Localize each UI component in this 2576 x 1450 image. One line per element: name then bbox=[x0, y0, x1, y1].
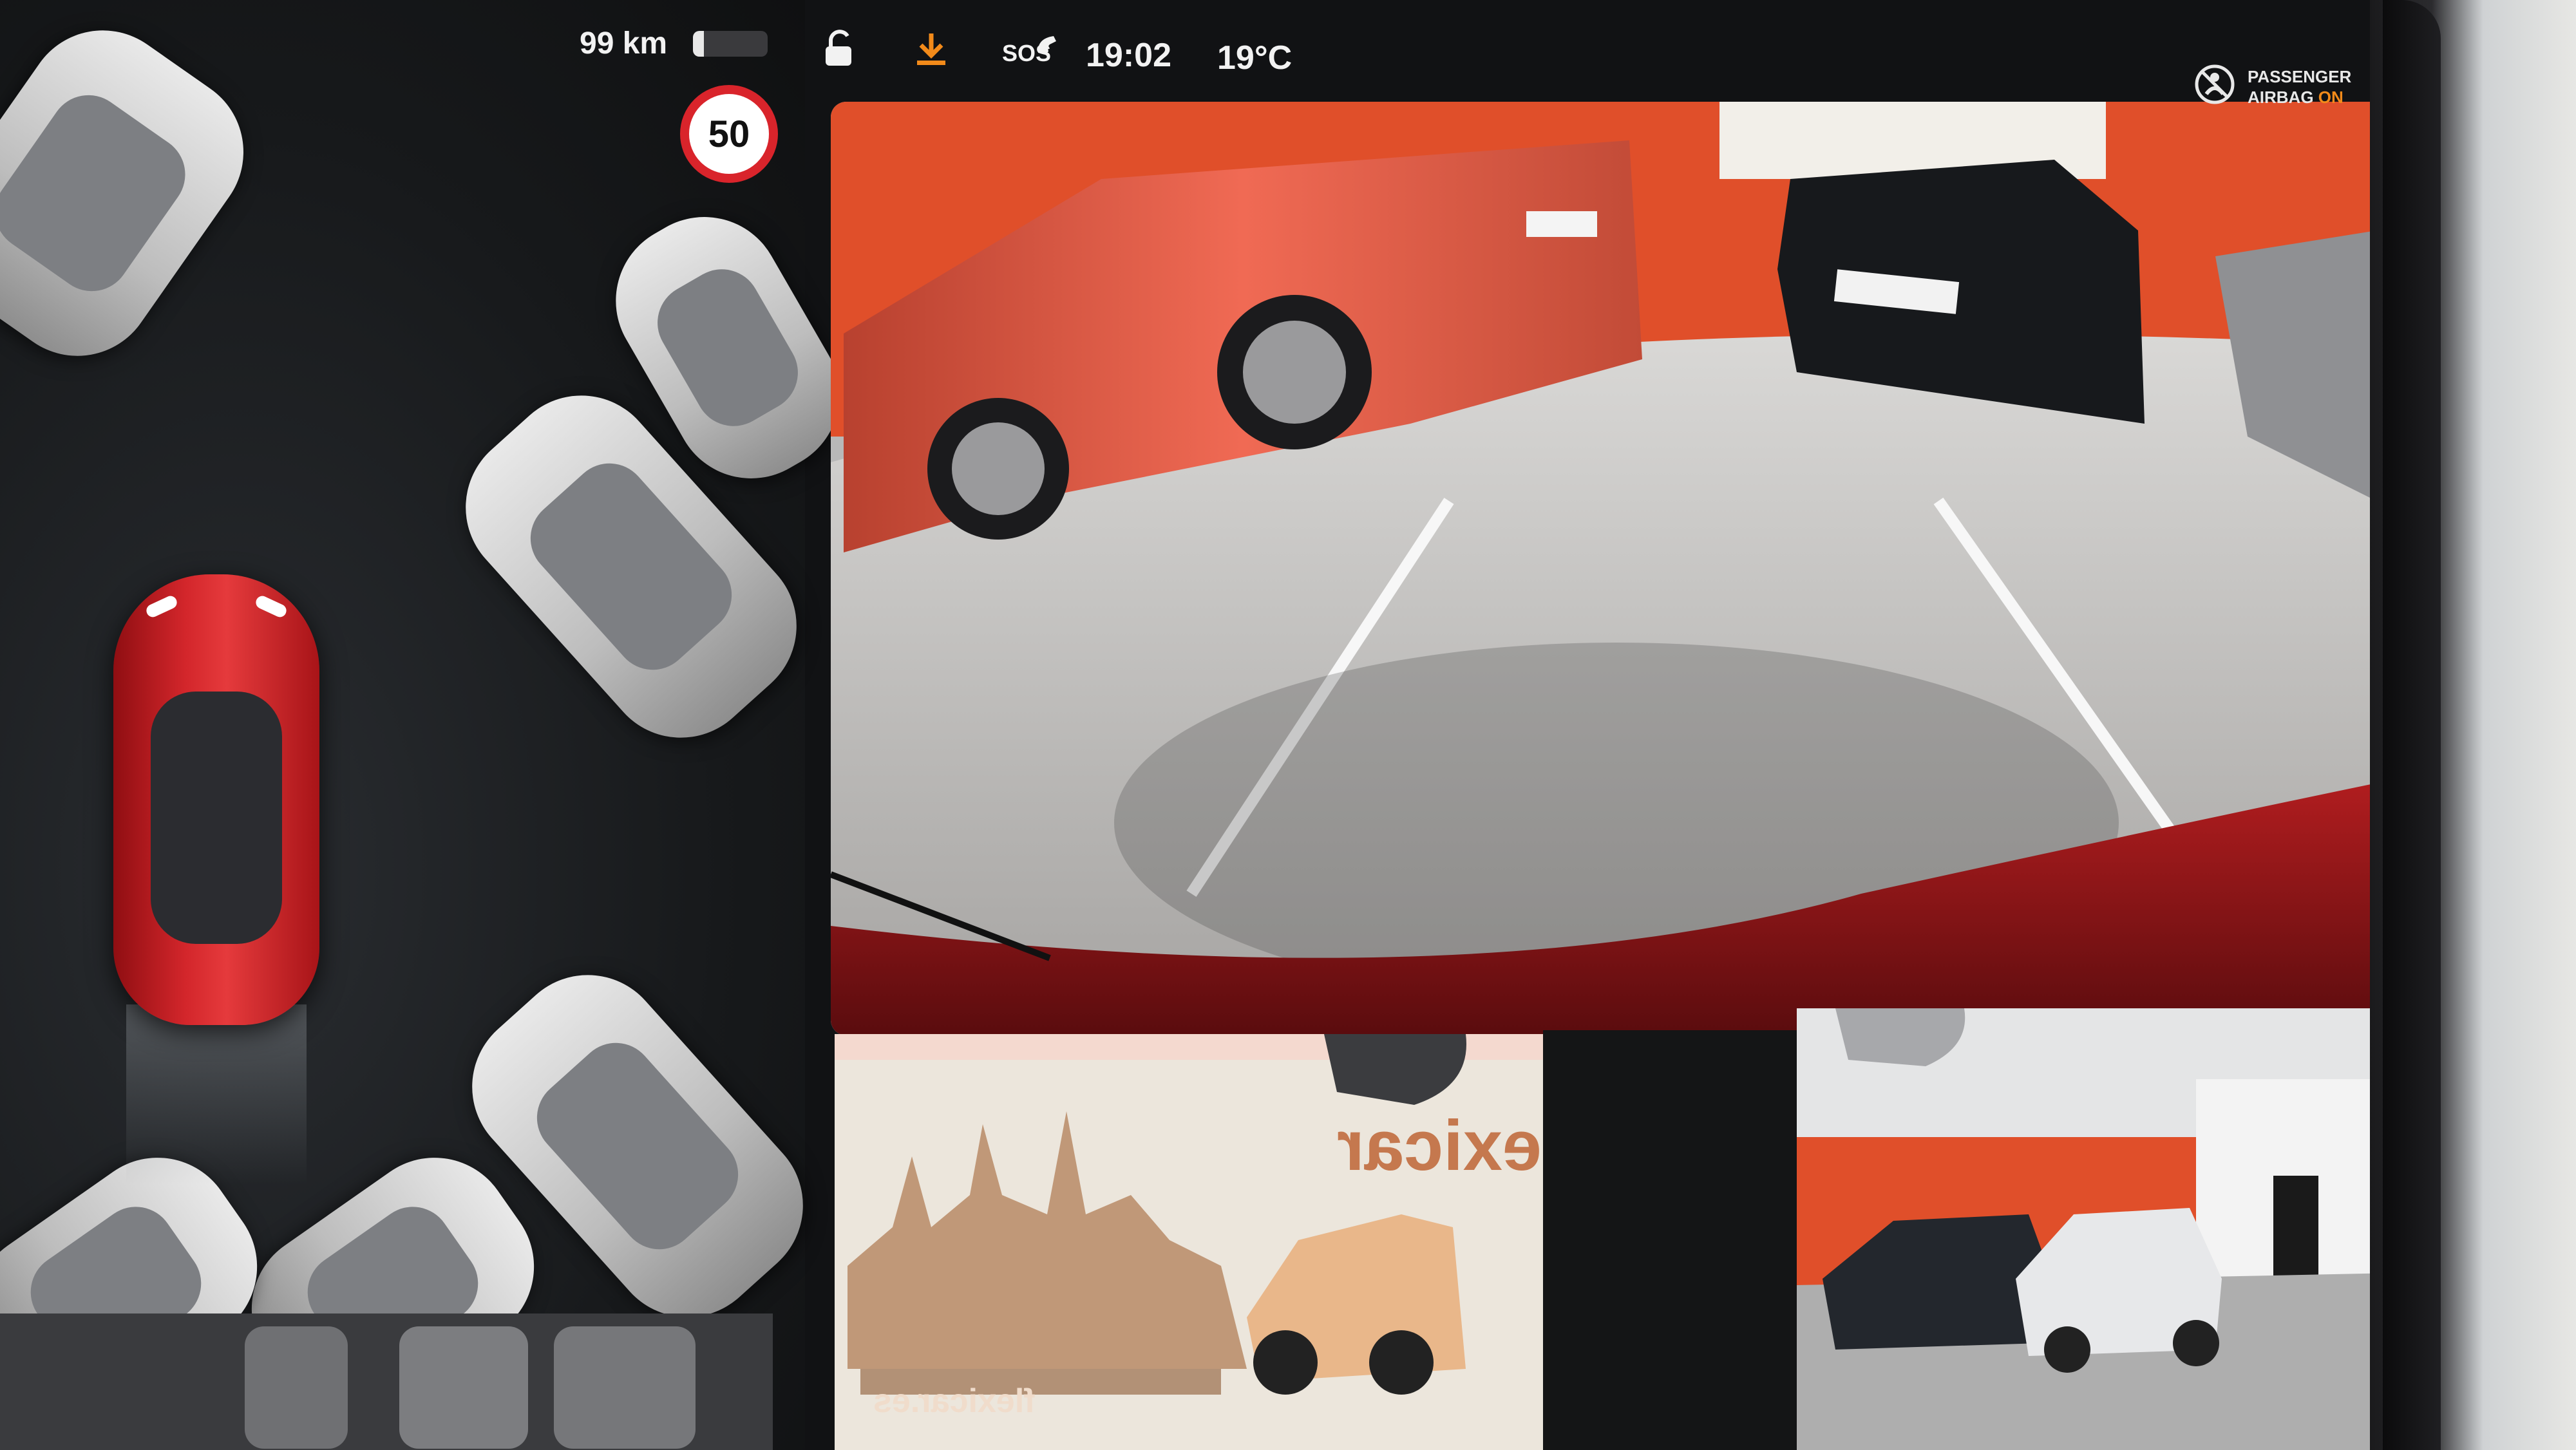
tesla-display: flexicar flexicar.es 99 km bbox=[0, 0, 2576, 1450]
right-repeater-camera-view[interactable] bbox=[1797, 1008, 2428, 1450]
speed-limit-sign: 50 bbox=[680, 85, 778, 183]
bottom-toolbar bbox=[0, 1313, 773, 1450]
airbag-on-status: ON bbox=[2318, 88, 2344, 107]
clock: 19:02 bbox=[1086, 37, 1171, 74]
airbag-label: PASSENGER bbox=[2248, 67, 2352, 86]
ego-car-path bbox=[126, 1004, 307, 1185]
airbag-status: AIRBAG ON bbox=[2248, 88, 2344, 108]
outside-temperature: 19°C bbox=[1217, 39, 1293, 77]
airbag-icon bbox=[2195, 64, 2235, 104]
screen-edge bbox=[2383, 0, 2441, 1450]
battery-fill bbox=[693, 31, 705, 57]
range-readout[interactable]: 99 km bbox=[580, 26, 667, 61]
lock-open-icon[interactable] bbox=[822, 30, 858, 68]
left-repeater-camera-view[interactable]: flexicar flexicar.es bbox=[835, 1034, 1543, 1450]
parking-visualization bbox=[0, 0, 868, 1450]
rear-camera-view[interactable] bbox=[831, 102, 2402, 1035]
airbag-prefix: AIRBAG bbox=[2248, 88, 2314, 107]
wall-url-text: flexicar.es bbox=[873, 1382, 1036, 1420]
battery-icon[interactable] bbox=[693, 31, 768, 57]
speed-limit-value: 50 bbox=[708, 113, 750, 155]
camera-gap bbox=[1543, 1030, 1797, 1450]
download-icon[interactable] bbox=[913, 30, 949, 68]
status-bar: 99 km SOS 19:02 19°C PASSENGER AIRBAG ON bbox=[0, 0, 2383, 107]
sos-call-icon[interactable] bbox=[1034, 32, 1060, 58]
ego-car bbox=[113, 574, 319, 1025]
wall-brand-text: flexicar bbox=[1337, 1106, 1543, 1185]
